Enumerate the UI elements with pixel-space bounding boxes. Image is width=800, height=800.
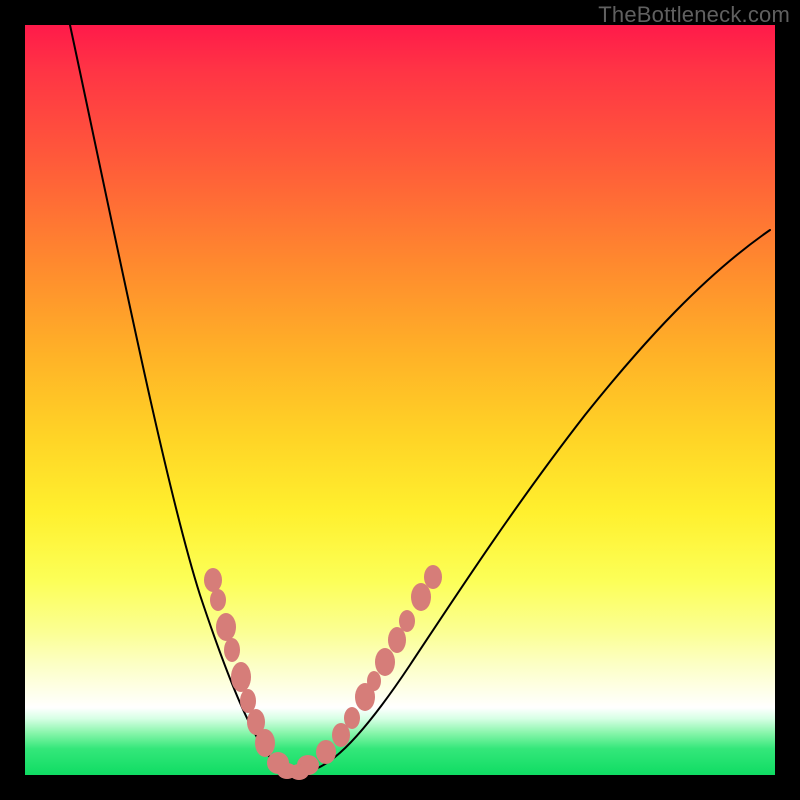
- beads-right-group: [297, 565, 442, 775]
- bead-right-10: [424, 565, 442, 589]
- bead-bottom-1: [289, 764, 309, 780]
- bead-left-3: [224, 638, 240, 662]
- curve-layer: [25, 25, 775, 775]
- bead-left-5: [240, 689, 256, 713]
- bead-right-6: [375, 648, 395, 676]
- plot-area: [25, 25, 775, 775]
- bead-right-9: [411, 583, 431, 611]
- chart-frame: TheBottleneck.com: [0, 0, 800, 800]
- bead-right-5: [367, 671, 381, 691]
- bead-left-1: [210, 589, 226, 611]
- bead-left-2: [216, 613, 236, 641]
- bead-right-1: [316, 740, 336, 764]
- curve-left-branch: [70, 25, 297, 773]
- bead-right-3: [344, 707, 360, 729]
- beads-bottom-group: [277, 763, 309, 780]
- bead-left-0: [204, 568, 222, 592]
- beads-left-group: [204, 568, 289, 774]
- bead-right-8: [399, 610, 415, 632]
- bead-left-7: [255, 729, 275, 757]
- bead-left-4: [231, 662, 251, 692]
- bead-right-7: [388, 627, 406, 653]
